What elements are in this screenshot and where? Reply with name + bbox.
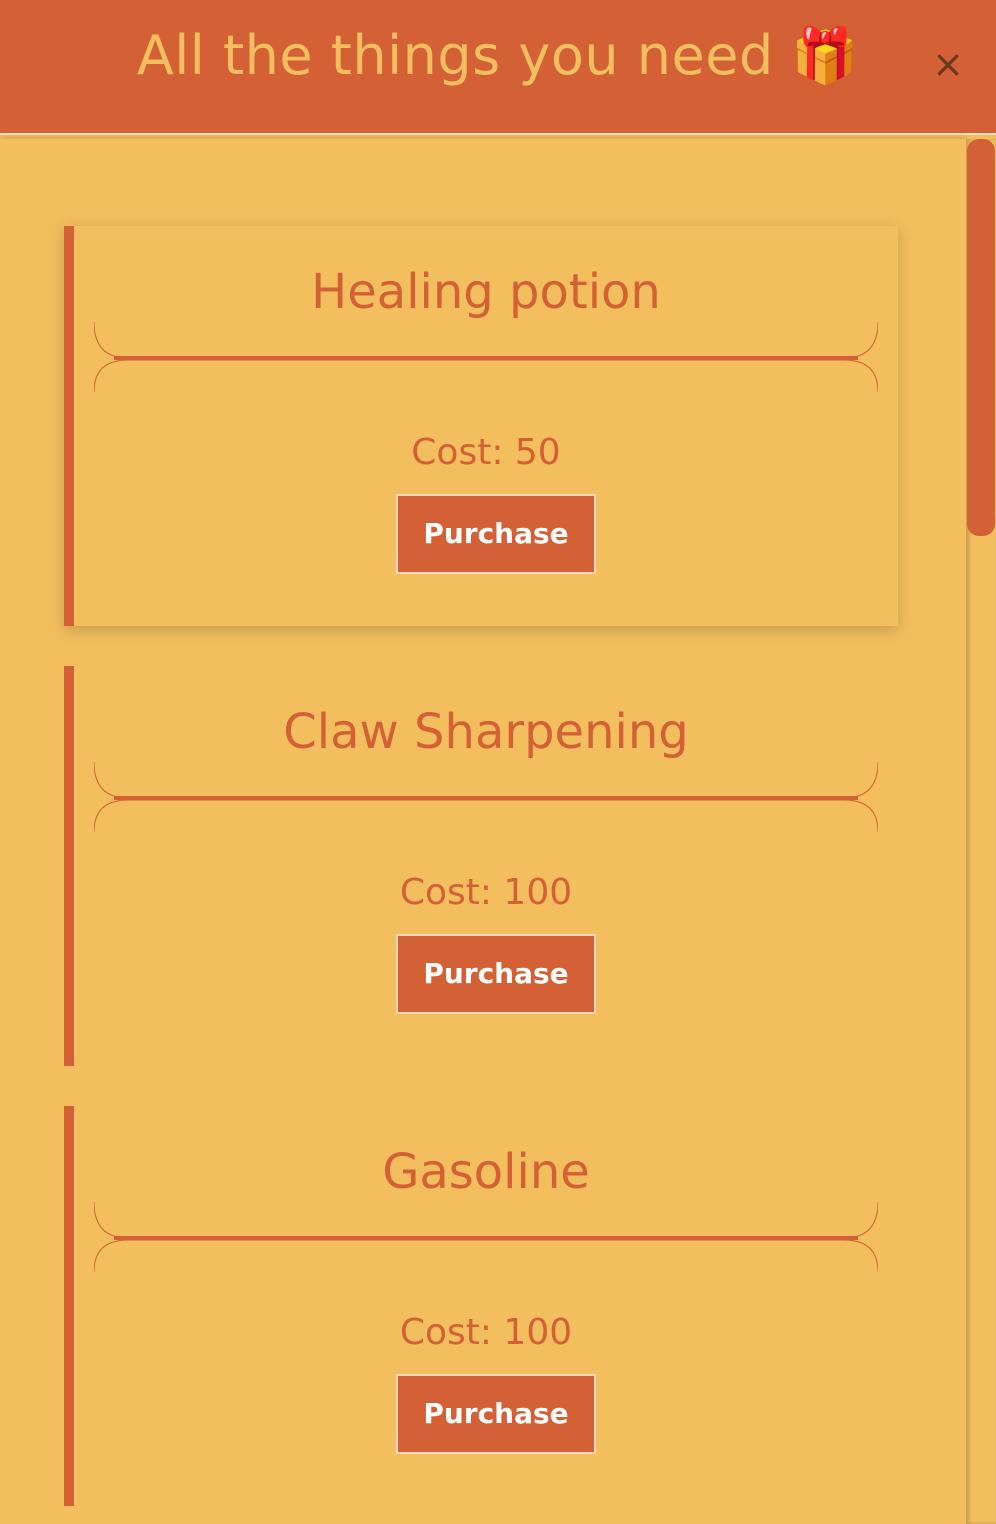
item-title: Healing potion bbox=[311, 264, 661, 320]
close-button[interactable]: × bbox=[930, 44, 966, 84]
scrollbar-thumb[interactable] bbox=[967, 139, 995, 536]
app-header: All the things you need 🎁 × bbox=[0, 0, 996, 135]
divider bbox=[94, 322, 878, 392]
purchase-button[interactable]: Purchase bbox=[396, 1374, 596, 1454]
item-cost: Cost: 100 bbox=[399, 872, 573, 913]
page-title: All the things you need 🎁 bbox=[136, 24, 860, 87]
item-card: Claw Sharpening Cost: 100 Purchase bbox=[64, 666, 898, 1066]
item-card: Healing potion Cost: 50 Purchase bbox=[64, 226, 898, 626]
purchase-button[interactable]: Purchase bbox=[396, 494, 596, 574]
item-cost: Cost: 100 bbox=[399, 1312, 573, 1353]
item-cost: Cost: 50 bbox=[411, 432, 561, 473]
item-title: Claw Sharpening bbox=[283, 704, 689, 760]
purchase-button[interactable]: Purchase bbox=[396, 934, 596, 1014]
divider bbox=[94, 762, 878, 832]
item-title: Gasoline bbox=[382, 1144, 590, 1200]
item-card: Gasoline Cost: 100 Purchase bbox=[64, 1106, 898, 1506]
divider bbox=[94, 1202, 878, 1272]
close-icon: × bbox=[932, 42, 964, 86]
